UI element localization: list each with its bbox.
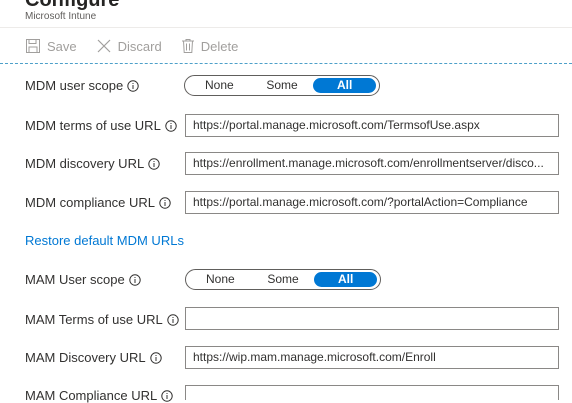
mdm-compliance-url-label: MDM compliance URL xyxy=(25,195,171,210)
save-label: Save xyxy=(47,38,77,54)
close-icon xyxy=(97,39,111,53)
header-divider xyxy=(0,27,572,28)
mam-compliance-url-label: MAM Compliance URL xyxy=(25,388,173,403)
mdm-user-scope-label: MDM user scope xyxy=(25,78,139,93)
page-subtitle: Microsoft Intune xyxy=(25,11,97,22)
mam-compliance-url-text: MAM Compliance URL xyxy=(25,388,158,403)
toolbar-divider xyxy=(0,63,572,64)
save-button[interactable]: Save xyxy=(25,38,77,54)
mam-terms-url-text: MAM Terms of use URL xyxy=(25,312,163,327)
mam-terms-url-label: MAM Terms of use URL xyxy=(25,312,179,327)
mdm-terms-url-input[interactable]: https://portal.manage.microsoft.com/Term… xyxy=(185,114,559,137)
mdm-user-scope-toggle[interactable]: None Some All xyxy=(184,75,380,96)
mdm-terms-url-label: MDM terms of use URL xyxy=(25,118,177,133)
mdm-compliance-url-text: MDM compliance URL xyxy=(25,195,156,210)
mam-user-scope-toggle[interactable]: None Some All xyxy=(185,269,381,290)
mdm-terms-url-text: MDM terms of use URL xyxy=(25,118,161,133)
info-icon[interactable] xyxy=(149,351,162,364)
discard-button[interactable]: Discard xyxy=(96,38,162,54)
mam-discovery-url-label: MAM Discovery URL xyxy=(25,350,162,365)
mam-compliance-url-input[interactable] xyxy=(185,385,559,400)
mam-user-scope-label: MAM User scope xyxy=(25,272,141,287)
discard-label: Discard xyxy=(117,38,162,54)
mdm-discovery-url-text: MDM discovery URL xyxy=(25,156,145,171)
mam-scope-some-option[interactable]: Some xyxy=(252,272,315,287)
mdm-scope-some-option[interactable]: Some xyxy=(251,78,314,93)
info-icon[interactable] xyxy=(129,273,141,286)
mam-scope-all-option[interactable]: All xyxy=(314,272,378,287)
save-icon xyxy=(26,39,40,53)
mam-terms-url-input[interactable] xyxy=(185,307,559,330)
mdm-discovery-url-label: MDM discovery URL xyxy=(25,156,160,171)
info-icon[interactable] xyxy=(165,119,177,132)
mdm-compliance-url-input[interactable]: https://portal.manage.microsoft.com/?por… xyxy=(185,191,559,214)
mam-user-scope-text: MAM User scope xyxy=(25,272,125,287)
info-icon[interactable] xyxy=(148,157,160,170)
info-icon[interactable] xyxy=(127,79,139,92)
info-icon[interactable] xyxy=(159,196,171,209)
command-bar: Save Discard Delete xyxy=(25,36,257,56)
info-icon[interactable] xyxy=(167,313,179,326)
restore-default-mdm-urls-link[interactable]: Restore default MDM URLs xyxy=(25,233,184,248)
trash-icon xyxy=(181,39,194,53)
mam-discovery-url-text: MAM Discovery URL xyxy=(25,350,146,365)
mam-scope-none-option[interactable]: None xyxy=(189,272,252,287)
mam-discovery-url-input[interactable]: https://wip.mam.manage.microsoft.com/Enr… xyxy=(185,346,559,369)
delete-button[interactable]: Delete xyxy=(181,38,239,54)
mdm-scope-none-option[interactable]: None xyxy=(188,78,251,93)
delete-label: Delete xyxy=(200,38,239,54)
mdm-scope-all-option[interactable]: All xyxy=(313,78,377,93)
mdm-user-scope-text: MDM user scope xyxy=(25,78,124,93)
mdm-discovery-url-input[interactable]: https://enrollment.manage.microsoft.com/… xyxy=(185,152,559,175)
